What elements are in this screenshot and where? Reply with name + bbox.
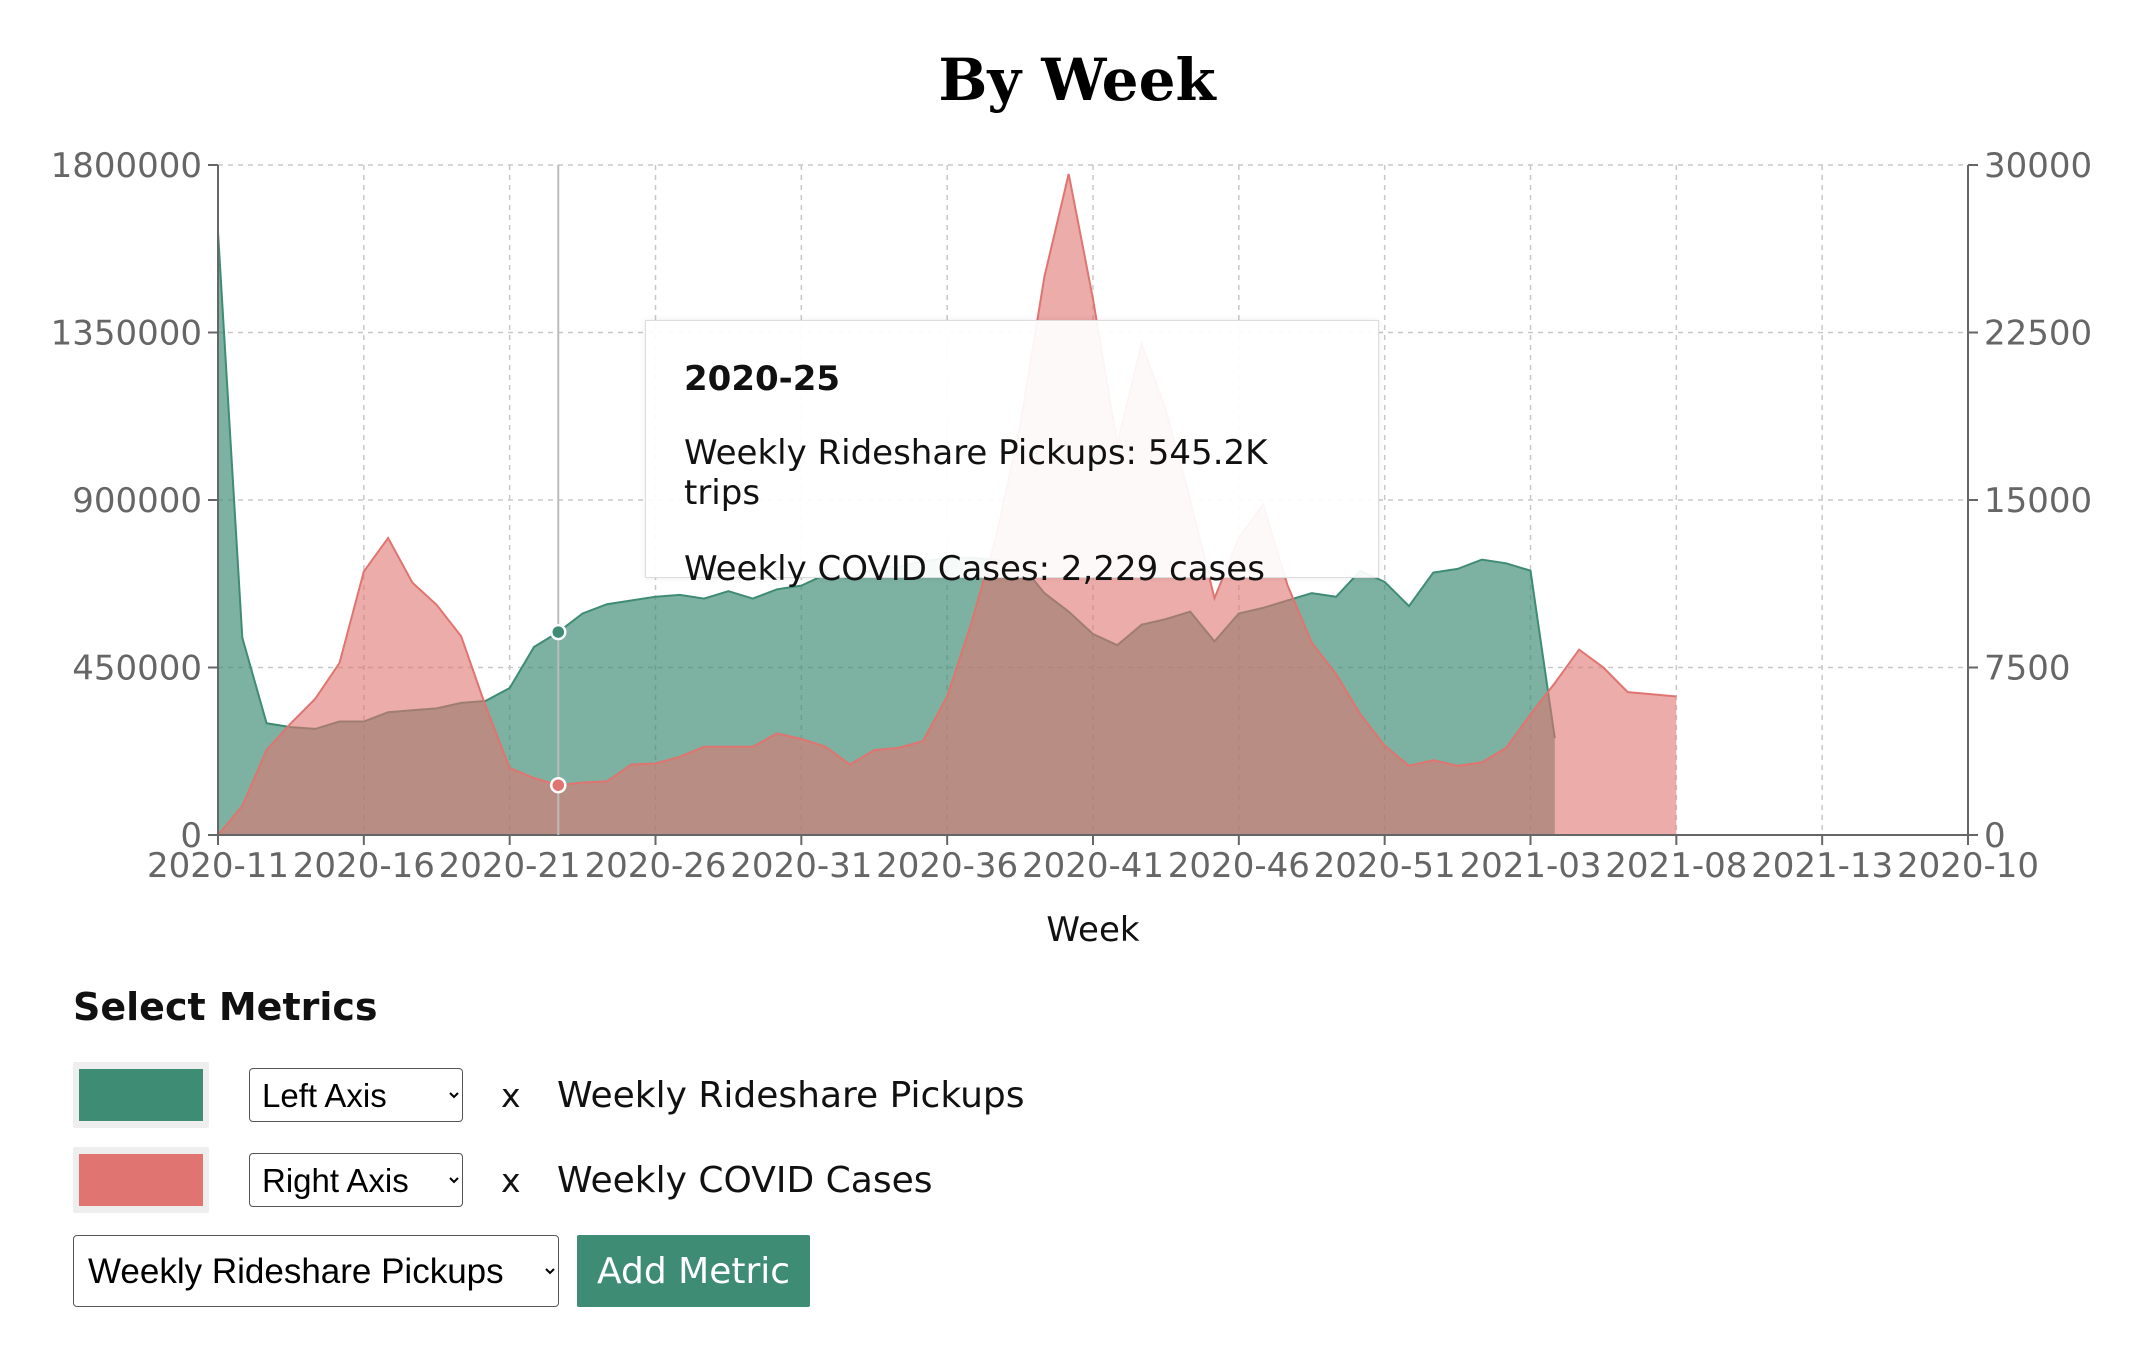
chart-tooltip: 2020-25 Weekly Rideshare Pickups: 545.2K… bbox=[645, 320, 1379, 589]
x-tick-label: 2020-51 bbox=[1314, 846, 1456, 886]
left-tick-label: 1800000 bbox=[51, 146, 202, 186]
color-swatch-rideshare[interactable] bbox=[73, 1062, 209, 1128]
metric-controls: Select Metrics Left Axis x Weekly Ridesh… bbox=[73, 985, 1025, 1307]
right-tick-label: 15000 bbox=[1984, 481, 2092, 521]
select-metrics-heading: Select Metrics bbox=[73, 985, 378, 1029]
x-tick-label: 2021-13 bbox=[1751, 846, 1893, 886]
metric-row-rideshare: Left Axis x Weekly Rideshare Pickups bbox=[73, 1062, 1025, 1128]
left-tick-label: 450000 bbox=[72, 649, 202, 689]
metric-name-rideshare: Weekly Rideshare Pickups bbox=[557, 1074, 1025, 1116]
x-tick-label: 2020-36 bbox=[876, 846, 1018, 886]
swatch-fill bbox=[79, 1069, 203, 1121]
left-tick-label: 1350000 bbox=[51, 314, 202, 354]
tooltip-covid-value: Weekly COVID Cases: 2,229 cases bbox=[684, 549, 1265, 589]
tooltip-title: 2020-25 bbox=[684, 359, 841, 399]
x-tick-label: 2020-11 bbox=[147, 846, 289, 886]
metric-name-covid: Weekly COVID Cases bbox=[557, 1159, 933, 1201]
hover-dot bbox=[550, 776, 567, 794]
axis-select-rideshare[interactable]: Left Axis bbox=[249, 1068, 463, 1122]
hover-dot bbox=[550, 623, 567, 641]
x-tick-label: 2020-41 bbox=[1022, 846, 1164, 886]
x-tick-label: 2020-46 bbox=[1168, 846, 1310, 886]
right-tick-label: 22500 bbox=[1984, 314, 2092, 354]
axis-select-covid[interactable]: Right Axis bbox=[249, 1153, 463, 1207]
x-tick-label: 2021-03 bbox=[1459, 846, 1601, 886]
right-tick-label: 7500 bbox=[1984, 649, 2071, 689]
x-tick-label: 2020-21 bbox=[439, 846, 581, 886]
right-tick-label: 30000 bbox=[1984, 146, 2092, 186]
remove-metric-rideshare-button[interactable]: x bbox=[501, 1076, 521, 1115]
x-tick-label: 2020-16 bbox=[293, 846, 435, 886]
swatch-fill bbox=[79, 1154, 203, 1206]
left-tick-label: 900000 bbox=[72, 481, 202, 521]
x-tick-label: 2020-26 bbox=[584, 846, 726, 886]
x-tick-label: 2020-10 bbox=[1897, 846, 2039, 886]
x-tick-label: 2020-31 bbox=[730, 846, 872, 886]
metric-row-covid: Right Axis x Weekly COVID Cases bbox=[73, 1147, 1025, 1213]
add-metric-row: Weekly Rideshare Pickups Add Metric bbox=[73, 1235, 1025, 1307]
add-metric-button[interactable]: Add Metric bbox=[577, 1235, 811, 1307]
tooltip-rideshare-value: Weekly Rideshare Pickups: 545.2K trips bbox=[684, 433, 1268, 513]
color-swatch-covid[interactable] bbox=[73, 1147, 209, 1213]
metric-select[interactable]: Weekly Rideshare Pickups bbox=[73, 1235, 559, 1307]
remove-metric-covid-button[interactable]: x bbox=[501, 1161, 521, 1200]
x-tick-label: 2021-08 bbox=[1605, 846, 1747, 886]
x-axis-title: Week bbox=[1046, 910, 1139, 950]
